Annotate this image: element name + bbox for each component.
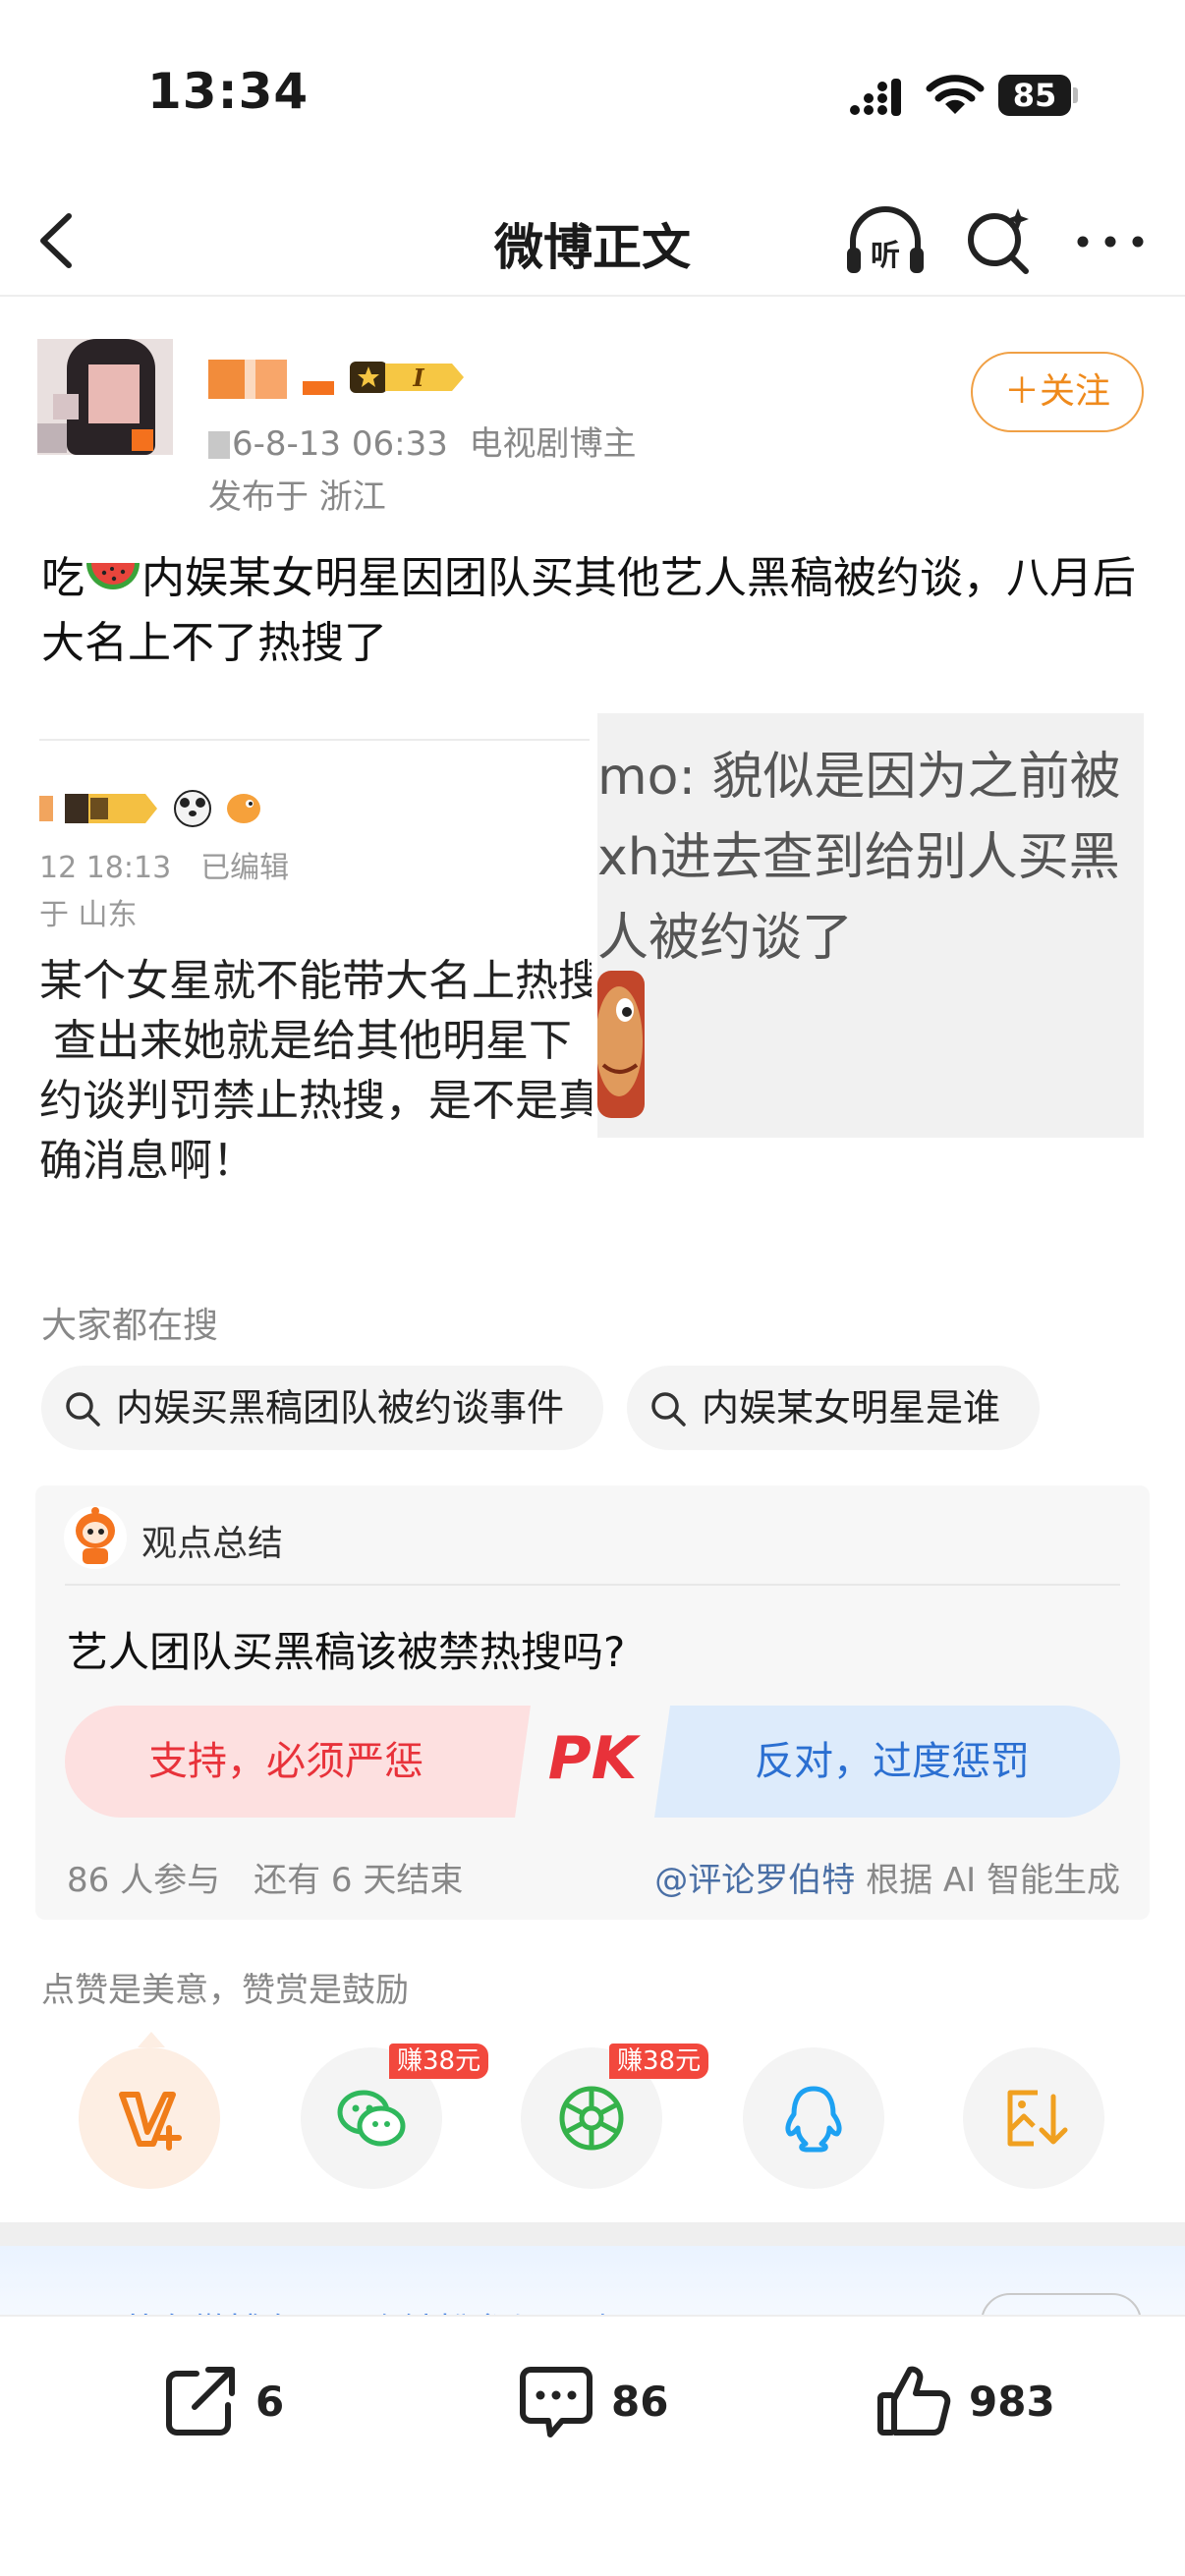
svg-text:I: I	[412, 364, 424, 392]
vip-level-badge-icon: I	[350, 362, 464, 393]
search-icon	[66, 1392, 100, 1427]
thumbs-up-icon	[877, 2366, 951, 2436]
opinion-title: 观点总结	[141, 1524, 284, 1564]
post-location: 发布于 浙江	[208, 477, 386, 517]
post-time: 6-8-13 06:33	[232, 424, 448, 464]
nav-bar: 微博正文 听	[0, 187, 1185, 297]
like-count: 983	[969, 2378, 1055, 2426]
post-image-1[interactable]: 12 18:13 已编辑 于 山东 某个女星就不能带大名上热搜 查出来她就是给其…	[39, 715, 592, 1197]
pk-label: PK	[548, 1724, 642, 1793]
repost-count: 6	[255, 2378, 285, 2426]
save-image-icon	[1007, 2090, 1068, 2147]
save-image-button[interactable]	[963, 2047, 1104, 2189]
wechat-icon	[337, 2090, 406, 2147]
image2-text: mo: 貌似是因为之前被 xh进去查到给别人买黑 人被约谈了	[597, 748, 1121, 968]
ai-source-info: @评论罗伯特 根据 AI 智能生成	[654, 1861, 1120, 1900]
section-divider	[0, 2222, 1185, 2246]
opinion-question: 艺人团队买黑稿该被禁热搜吗?	[67, 1628, 626, 1676]
more-options-icon[interactable]	[1071, 222, 1150, 261]
status-time: 13:34	[147, 63, 310, 120]
fans-interaction-text: 99 共有微博有900个铁粉参与互动	[41, 2303, 614, 2315]
battery-level: 85	[998, 75, 1071, 116]
listen-label: 听	[871, 239, 900, 273]
wifi-icon	[926, 75, 985, 114]
search-suggestion-chip[interactable]: 内娱买黑稿团队被约谈事件	[41, 1366, 603, 1450]
earn-badge: 赚38元	[609, 2044, 709, 2079]
listen-headphones-icon[interactable]: 听	[843, 204, 928, 279]
wechat-moments-icon	[559, 2086, 624, 2151]
search-icon[interactable]	[961, 202, 1040, 281]
post-image-2[interactable]: mo: 貌似是因为之前被 xh进去查到给别人买黑 人被约谈了	[597, 713, 1144, 1138]
fans-interaction-banner[interactable]: 99 共有微博有900个铁粉参与互动	[0, 2246, 1185, 2315]
repost-button[interactable]: 6	[161, 2362, 309, 2446]
robot-mascot-icon	[64, 1506, 127, 1569]
like-button[interactable]: 983	[875, 2362, 1071, 2446]
reward-hint: 点赞是美意，赞赏是鼓励	[41, 1971, 409, 2010]
oppose-label[interactable]: 反对，过度惩罚	[755, 1739, 1030, 1784]
support-label[interactable]: 支持，必须严惩	[148, 1739, 423, 1784]
image1-text: 某个女星就不能带大名上热搜 查出来她就是给其他明星下 约谈判罚禁止热搜，是不是真…	[39, 956, 592, 1186]
author-avatar[interactable]	[37, 339, 173, 455]
watermelon-emoji-icon	[86, 563, 140, 589]
cellular-signal-icon	[850, 79, 901, 116]
reward-button[interactable]	[79, 2032, 220, 2189]
pk-vote-bar: 支持，必须严惩 PK 反对，过度惩罚	[65, 1706, 1120, 1818]
follow-button[interactable]: ＋关注	[971, 352, 1144, 432]
post-meta: 6-8-13 06:33 电视剧博主	[208, 417, 636, 465]
qq-penguin-icon	[785, 2086, 842, 2153]
participants-info: 86 人参与 还有 6 天结束	[67, 1861, 464, 1900]
user-badges-icon	[39, 790, 260, 827]
image1-location: 于 山东	[39, 898, 138, 932]
repost-icon	[166, 2367, 235, 2436]
cartoon-face-sticker-icon	[597, 971, 645, 1118]
earn-badge: 赚38元	[389, 2044, 489, 2079]
bottom-toolbar: 6 86 983	[0, 2315, 1185, 2576]
comment-icon	[520, 2367, 592, 2437]
share-qq-button[interactable]	[743, 2047, 884, 2189]
search-suggestion-chip[interactable]: 内娱某女明星是谁	[627, 1366, 1040, 1450]
author-name-pixelated[interactable]	[208, 360, 287, 399]
search-suggestion-label: 内娱买黑稿团队被约谈事件	[116, 1386, 565, 1429]
author-role: 电视剧博主	[469, 424, 637, 464]
v-plus-reward-icon	[119, 2092, 182, 2151]
image1-meta: 12 18:13 已编辑	[39, 851, 290, 885]
source-user-link[interactable]: @评论罗伯特	[654, 1861, 855, 1900]
battery-indicator: 85	[998, 75, 1078, 116]
author-name-pixelated-tail	[303, 381, 334, 395]
search-icon	[651, 1392, 686, 1427]
opinion-summary-card: 观点总结 艺人团队买黑稿该被禁热搜吗? 支持，必须严惩 PK 反对，过度惩罚 8…	[35, 1485, 1150, 1920]
search-suggestion-label: 内娱某女明星是谁	[702, 1386, 1001, 1429]
status-bar: 13:34 85	[0, 0, 1185, 187]
comment-button[interactable]: 86	[517, 2362, 684, 2446]
comment-count: 86	[611, 2378, 669, 2426]
banner-action-button[interactable]	[981, 2293, 1142, 2315]
hot-search-label: 大家都在搜	[41, 1306, 219, 1346]
post-text: 吃 内娱某女明星因团队买其他艺人黑稿被约谈，八月后大名上不了热搜了	[41, 553, 1136, 668]
